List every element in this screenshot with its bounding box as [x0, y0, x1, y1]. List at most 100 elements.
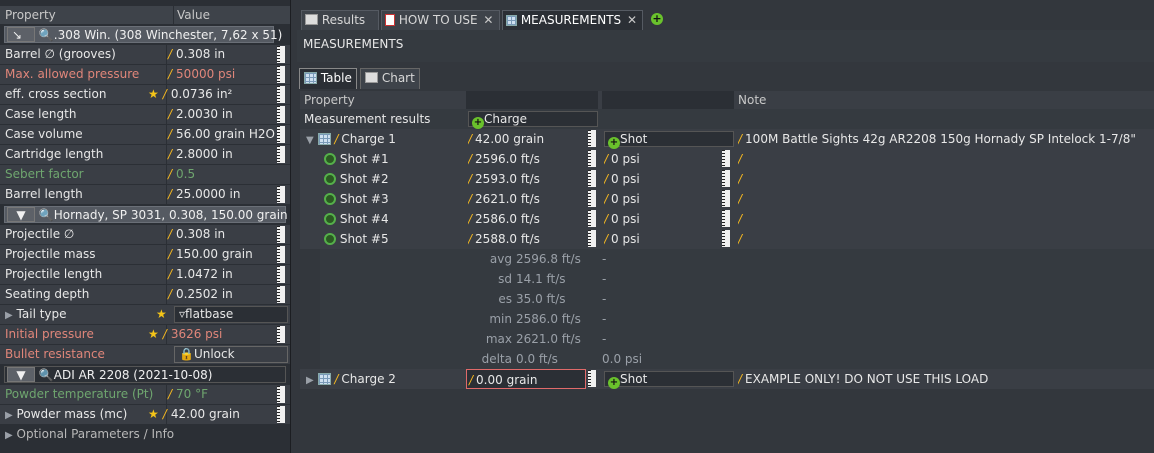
- prop-row-cartridge-length[interactable]: Cartridge length/2.8000 in: [0, 145, 290, 164]
- ruler-icon[interactable]: [277, 246, 285, 263]
- prop-row-seating-depth[interactable]: Seating depth/0.2502 in: [0, 285, 290, 304]
- ruler-icon[interactable]: [588, 130, 596, 147]
- prop-name: Initial pressure: [5, 327, 94, 341]
- ruler-icon[interactable]: [722, 210, 730, 227]
- charge-row-2[interactable]: ▶ / Charge 2 /0.00 grain + Shot / EXAMPLE O…: [300, 369, 1154, 389]
- tab-how-to-use[interactable]: HOW TO USE ✕: [381, 10, 500, 30]
- ruler-icon[interactable]: [722, 170, 730, 187]
- prop-value: 2.0030 in: [176, 107, 233, 121]
- charge-row-1[interactable]: ▼ / Charge 1 /42.00 grain + Shot /100M Bat…: [300, 129, 1154, 149]
- ruler-icon[interactable]: [277, 186, 285, 203]
- star-icon: ★: [148, 407, 159, 421]
- property-header: Property Value: [0, 6, 290, 24]
- powder-group: ▼ 🔍ADI AR 2208 (2021-10-08): [0, 365, 290, 384]
- add-shot-button[interactable]: + Shot: [604, 131, 734, 149]
- ruler-icon[interactable]: [277, 266, 285, 283]
- shot-row[interactable]: Shot #2 /2593.0 ft/s /0 psi /: [300, 169, 1154, 189]
- tab-results[interactable]: Results: [301, 10, 379, 30]
- shot-velocity: 2586.0 ft/s: [475, 212, 540, 226]
- tail-type-dropdown[interactable]: ▿flatbase: [174, 306, 288, 323]
- prop-row-tail-type[interactable]: ▶ Tail type ★ ▿flatbase: [0, 305, 290, 324]
- unlock-label: Unlock: [193, 347, 235, 361]
- ruler-icon[interactable]: [277, 146, 285, 163]
- prop-row-powder-mass[interactable]: ▶ Powder mass (mc) ★/42.00 grain: [0, 405, 290, 424]
- cartridge-selector[interactable]: ↘ 🔍.308 Win. (308 Winchester, 7,62 x 51): [4, 26, 282, 43]
- projectile-selector[interactable]: ▼ 🔍Hornady, SP 3031, 0.308, 150.00 grain: [4, 206, 288, 223]
- shot-velocity: 2588.0 ft/s: [475, 232, 540, 246]
- add-tab-icon[interactable]: +: [651, 13, 663, 25]
- stat-pressure: -: [602, 292, 607, 306]
- close-icon[interactable]: ✕: [627, 13, 637, 27]
- ruler-icon[interactable]: [722, 190, 730, 207]
- ruler-icon[interactable]: [277, 46, 285, 63]
- ruler-icon[interactable]: [277, 326, 285, 343]
- close-icon[interactable]: ✕: [483, 13, 493, 27]
- shot-row[interactable]: Shot #3 /2621.0 ft/s /0 psi /: [300, 189, 1154, 209]
- collapse-arrow-icon[interactable]: ▼: [306, 135, 314, 146]
- prop-name: Barrel length: [5, 187, 83, 201]
- prop-row-barrel-diameter[interactable]: Barrel ∅ (grooves)/0.308 in: [0, 45, 290, 64]
- stat-pressure: 0.0 psi: [602, 352, 643, 366]
- ruler-icon[interactable]: [277, 406, 285, 423]
- prop-value: 0.308 in: [176, 227, 226, 241]
- ruler-icon[interactable]: [277, 126, 285, 143]
- prop-value: 42.00 grain: [170, 407, 240, 421]
- ruler-icon[interactable]: [277, 86, 285, 103]
- expand-arrow-icon[interactable]: ▶: [306, 375, 314, 386]
- add-charge-button[interactable]: + Charge: [468, 111, 598, 129]
- ruler-icon[interactable]: [588, 190, 596, 207]
- ruler-icon[interactable]: [588, 210, 596, 227]
- stat-row: es 35.0 ft/s -: [300, 289, 1154, 309]
- rifle-icon: ↘: [7, 27, 35, 42]
- prop-row-sebert-factor[interactable]: Sebert factor/0.5: [0, 165, 290, 184]
- add-shot-button[interactable]: + Shot: [604, 371, 734, 389]
- optional-parameters-row[interactable]: ▶ Optional Parameters / Info: [0, 425, 290, 444]
- charge-mass-input[interactable]: /0.00 grain: [466, 369, 586, 389]
- add-icon: +: [608, 137, 620, 149]
- note-column-header: Note: [738, 93, 767, 107]
- shot-row[interactable]: Shot #5 /2588.0 ft/s /0 psi /: [300, 229, 1154, 249]
- prop-row-projectile-length[interactable]: Projectile length/1.0472 in: [0, 265, 290, 284]
- expand-arrow-icon[interactable]: ▶: [5, 430, 13, 441]
- shot-name: Shot #4: [339, 212, 389, 226]
- prop-row-case-length[interactable]: Case length/2.0030 in: [0, 105, 290, 124]
- tab-measurements[interactable]: MEASUREMENTS ✕: [502, 10, 643, 30]
- ruler-icon[interactable]: [722, 150, 730, 167]
- prop-row-powder-temperature[interactable]: Powder temperature (Pt)/70 °F: [0, 385, 290, 404]
- ruler-icon[interactable]: [588, 150, 596, 167]
- ruler-icon[interactable]: [588, 230, 596, 247]
- tab-table[interactable]: Table: [299, 68, 357, 89]
- tab-chart[interactable]: Chart: [360, 68, 420, 89]
- ruler-icon[interactable]: [277, 386, 285, 403]
- shot-row[interactable]: Shot #4 /2586.0 ft/s /0 psi /: [300, 209, 1154, 229]
- ruler-icon[interactable]: [588, 370, 596, 387]
- prop-row-projectile-mass[interactable]: Projectile mass/150.00 grain: [0, 245, 290, 264]
- ruler-icon[interactable]: [277, 66, 285, 83]
- page-title-bar: MEASUREMENTS: [297, 30, 1154, 62]
- prop-row-bullet-resistance[interactable]: Bullet resistance 🔒Unlock: [0, 345, 290, 364]
- prop-name: Projectile ∅: [5, 227, 75, 241]
- prop-row-initial-pressure[interactable]: Initial pressure ★/3626 psi: [0, 325, 290, 344]
- prop-row-case-volume[interactable]: Case volume/56.00 grain H2O: [0, 125, 290, 144]
- ruler-icon[interactable]: [722, 230, 730, 247]
- ruler-icon[interactable]: [277, 286, 285, 303]
- prop-row-cross-section[interactable]: eff. cross section ★/0.0736 in²: [0, 85, 290, 104]
- expand-arrow-icon[interactable]: ▶: [5, 410, 13, 421]
- ruler-icon[interactable]: [277, 226, 285, 243]
- add-charge-label: Charge: [484, 112, 528, 126]
- shot-row[interactable]: Shot #1 /2596.0 ft/s /0 psi /: [300, 149, 1154, 169]
- prop-name: Powder temperature (Pt): [5, 387, 154, 401]
- expand-arrow-icon[interactable]: ▶: [5, 310, 13, 321]
- unlock-button[interactable]: 🔒Unlock: [174, 346, 288, 363]
- prop-row-projectile-diameter[interactable]: Projectile ∅/0.308 in: [0, 225, 290, 244]
- tab-label: MEASUREMENTS: [520, 13, 622, 27]
- document-icon: [385, 14, 395, 26]
- powder-selector[interactable]: ▼ 🔍ADI AR 2208 (2021-10-08): [4, 366, 286, 383]
- stat-label: avg: [489, 252, 512, 266]
- prop-row-barrel-length[interactable]: Barrel length/25.0000 in: [0, 185, 290, 204]
- shot-pressure: 0 psi: [611, 192, 640, 206]
- ruler-icon[interactable]: [277, 106, 285, 123]
- prop-value: 50000 psi: [176, 67, 236, 81]
- prop-row-max-pressure[interactable]: Max. allowed pressure/50000 psi: [0, 65, 290, 84]
- ruler-icon[interactable]: [588, 170, 596, 187]
